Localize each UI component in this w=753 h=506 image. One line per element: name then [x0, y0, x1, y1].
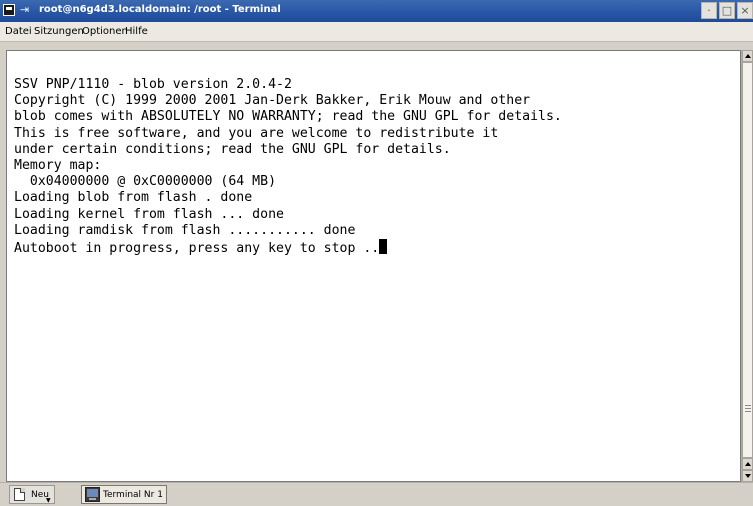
scroll-up-arrow-icon[interactable]: [742, 458, 753, 470]
terminal-line: Memory map:: [14, 158, 102, 174]
menu-datei[interactable]: Datei: [5, 26, 32, 37]
terminal-line: 0x04000000 @ 0xC0000000 (64 MB): [14, 174, 277, 190]
terminal-line: This is free software, and you are welco…: [14, 125, 499, 141]
title-bar[interactable]: ⇥ root@n6g4d3.localdomain: /root - Termi…: [0, 0, 753, 22]
terminal-line: Loading kernel from flash ... done: [14, 206, 284, 222]
terminal-line: SSV PNP/1110 - blob version 2.0.4-2: [14, 77, 292, 92]
terminal-window: ⇥ root@n6g4d3.localdomain: /root - Termi…: [0, 0, 753, 506]
vertical-scrollbar[interactable]: [741, 50, 753, 482]
terminal-output: SSV PNP/1110 - blob version 2.0.4-2 Copy…: [14, 77, 562, 257]
document-new-icon: [14, 488, 25, 501]
thumb-grip: [745, 411, 751, 412]
terminal-line: Copyright (C) 1999 2000 2001 Jan-Derk Ba…: [14, 93, 531, 109]
close-button[interactable]: ×: [737, 2, 753, 19]
window-controls: · □ ×: [701, 2, 753, 20]
window-title: root@n6g4d3.localdomain: /root - Termina…: [39, 4, 281, 15]
terminal-icon: [85, 487, 100, 502]
text-cursor: [379, 239, 388, 255]
session-tab-label: Terminal Nr 1: [103, 490, 163, 500]
maximize-button[interactable]: □: [719, 2, 735, 19]
terminal-line: Autoboot in progress, press any key to s…: [14, 241, 380, 257]
terminal-line: Loading blob from flash . done: [14, 190, 253, 206]
menu-hilfe[interactable]: Hilfe: [125, 26, 148, 37]
new-session-button[interactable]: Neu ▼: [9, 485, 55, 504]
menu-optionen[interactable]: Optionen: [82, 26, 128, 37]
terminal-display[interactable]: SSV PNP/1110 - blob version 2.0.4-2 Copy…: [6, 50, 741, 482]
dropdown-arrow-icon: ▼: [46, 497, 51, 504]
scroll-up-arrow-icon[interactable]: [742, 50, 753, 62]
thumb-grip: [745, 405, 751, 406]
menu-bar: Datei Sitzungen Optionen Hilfe: [0, 22, 753, 42]
session-tab-bar: Neu ▼ Terminal Nr 1: [0, 482, 753, 506]
scroll-down-arrow-icon[interactable]: [742, 470, 753, 482]
window-menu-icon[interactable]: [3, 4, 15, 16]
terminal-line: Loading ramdisk from flash ........... d…: [14, 222, 356, 238]
scrollbar-thumb[interactable]: [742, 62, 753, 458]
thumb-grip: [745, 408, 751, 409]
pin-icon[interactable]: ⇥: [20, 3, 29, 16]
minimize-button[interactable]: ·: [701, 2, 717, 19]
session-tab[interactable]: Terminal Nr 1: [81, 485, 167, 504]
terminal-line: blob comes with ABSOLUTELY NO WARRANTY; …: [14, 109, 562, 125]
terminal-line: under certain conditions; read the GNU G…: [14, 141, 451, 157]
menu-sitzungen[interactable]: Sitzungen: [34, 26, 84, 37]
